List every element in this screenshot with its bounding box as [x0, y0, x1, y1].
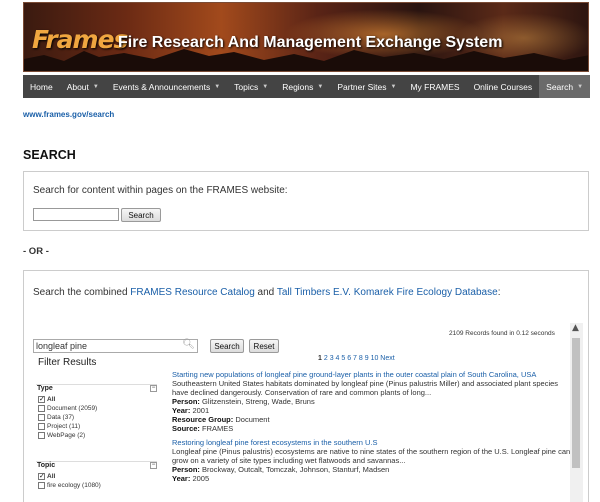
facet-option[interactable]: ✓ All [36, 395, 157, 404]
facet-option-label: All [47, 473, 56, 480]
result-description: Longleaf pine (Pinus palustris) ecosyste… [172, 447, 571, 465]
result-year: Year: 2001 [172, 406, 210, 415]
nav-item-my-frames[interactable]: My FRAMES [403, 75, 466, 98]
combined-search-panel: Search the combined FRAMES Resource Cata… [23, 270, 589, 502]
facet-option[interactable]: Project (11) [36, 422, 157, 431]
checkbox[interactable]: ✓ [38, 396, 45, 403]
site-search-label: Search for content within pages on the F… [33, 185, 288, 196]
chevron-down-icon: ▼ [390, 83, 397, 90]
facet-option[interactable]: Data (37) [36, 413, 157, 422]
chevron-down-icon: ▼ [214, 83, 221, 90]
facet-option-label: All [47, 396, 56, 403]
facet-title: Type − [37, 385, 157, 392]
nav-item-search[interactable]: Search ▼ [539, 75, 591, 98]
result-resource-group: Resource Group: Document [172, 415, 270, 424]
nav-item-events-announcements[interactable]: Events & Announcements ▼ [106, 75, 227, 98]
site-search-panel: Search for content within pages on the F… [23, 171, 589, 231]
nav-item-partner-sites[interactable]: Partner Sites ▼ [330, 75, 403, 98]
records-count: 2109 Records found in 0.12 seconds [449, 330, 555, 337]
result-person: Person: Glitzenstein, Streng, Wade, Brun… [172, 397, 315, 406]
chevron-down-icon: ▼ [577, 83, 584, 90]
result-person: Person: Brockway, Outcalt, Tomczak, John… [172, 465, 390, 474]
checkbox[interactable]: ✓ [38, 473, 45, 480]
chevron-down-icon: ▼ [92, 83, 99, 90]
checkbox[interactable] [38, 414, 45, 421]
chevron-down-icon: ▼ [317, 83, 324, 90]
site-tagline: Fire Research And Management Exchange Sy… [118, 34, 503, 51]
page-title: SEARCH [23, 148, 76, 162]
nav-item-regions[interactable]: Regions ▼ [275, 75, 330, 98]
nav-item-label: Online Courses [473, 81, 533, 92]
catalog-search-input[interactable]: longleaf pine 🔍︎ [33, 339, 198, 353]
pagination: 1 2 3 4 5 6 7 8 9 10 Next [318, 355, 395, 362]
search-icon[interactable]: 🔍︎ [182, 339, 195, 351]
nav-item-about[interactable]: About ▼ [60, 75, 106, 98]
checkbox[interactable] [38, 423, 45, 430]
results-list: Starting new populations of longleaf pin… [172, 370, 572, 488]
frames-logo[interactable]: Frames [32, 25, 128, 54]
facet-option-label: Data (37) [47, 414, 75, 421]
or-divider: - OR - [23, 246, 49, 257]
pager-current: 1 [318, 355, 322, 362]
nav-item-label: Partner Sites [337, 81, 387, 92]
nav-item-label: Search [546, 81, 574, 92]
scroll-thumb[interactable] [572, 338, 580, 468]
filter-results-heading: Filter Results [38, 357, 97, 368]
nav-item-online-courses[interactable]: Online Courses [467, 75, 540, 98]
facet-option[interactable]: ✓ All [36, 472, 157, 481]
chevron-down-icon: ▼ [262, 83, 269, 90]
site-banner: Frames Fire Research And Management Exch… [23, 2, 589, 72]
nav-item-label: Events & Announcements [112, 81, 211, 92]
facet-topic: Topic − ✓ All fire ecology (1080) [36, 461, 157, 490]
nav-item-topics[interactable]: Topics ▼ [227, 75, 275, 98]
nav-item-label: About [66, 81, 89, 92]
main-nav: Home About ▼ Events & Announcements ▼ Topics ▼… [23, 75, 591, 98]
collapse-icon[interactable]: − [150, 462, 157, 469]
site-search-input[interactable] [33, 208, 119, 221]
nav-item-label: My FRAMES [410, 81, 460, 92]
checkbox[interactable] [38, 405, 45, 412]
facet-option-label: Project (11) [47, 423, 81, 430]
facet-option-label: fire ecology (1080) [47, 482, 101, 489]
nav-item-label: Regions [282, 81, 314, 92]
combined-search-intro: Search the combined FRAMES Resource Cata… [33, 287, 501, 298]
facet-option[interactable]: fire ecology (1080) [36, 481, 157, 490]
facet-type: Type − ✓ All Document (2059) Data (37) Project… [36, 384, 157, 440]
page: Frames Fire Research And Management Exch… [23, 0, 591, 502]
facet-option-label: WebPage (2) [47, 432, 86, 439]
facet-option-label: Document (2059) [47, 405, 98, 412]
nav-item-label: Home [30, 81, 53, 92]
nav-item-home[interactable]: Home [23, 75, 60, 98]
result-title[interactable]: Restoring longleaf pine forest ecosystem… [172, 438, 572, 447]
catalog-search-button[interactable]: Search [210, 339, 244, 353]
result-item: Restoring longleaf pine forest ecosystem… [172, 438, 572, 483]
frames-resource-catalog-link[interactable]: FRAMES Resource Catalog [130, 287, 255, 298]
facet-option[interactable]: WebPage (2) [36, 431, 157, 440]
result-item: Starting new populations of longleaf pin… [172, 370, 572, 433]
result-title[interactable]: Starting new populations of longleaf pin… [172, 370, 572, 379]
facet-option[interactable]: Document (2059) [36, 404, 157, 413]
tall-timbers-database-link[interactable]: Tall Timbers E.V. Komarek Fire Ecology D… [277, 287, 498, 298]
result-source: Source: FRAMES [172, 424, 234, 433]
collapse-icon[interactable]: − [150, 385, 157, 392]
result-description: Southeastern United States habitats domi… [172, 379, 559, 397]
facet-title: Topic − [37, 462, 157, 469]
pager-pages[interactable]: 2 3 4 5 6 7 8 9 10 Next [324, 355, 395, 362]
checkbox[interactable] [38, 432, 45, 439]
result-year: Year: 2005 [172, 474, 210, 483]
nav-item-label: Topics [234, 81, 259, 92]
breadcrumb[interactable]: www.frames.gov/search [23, 110, 114, 119]
catalog-reset-button[interactable]: Reset [249, 339, 279, 353]
site-search-button[interactable]: Search [121, 208, 161, 222]
scroll-up-icon[interactable]: ▲ [572, 323, 579, 333]
checkbox[interactable] [38, 482, 45, 489]
